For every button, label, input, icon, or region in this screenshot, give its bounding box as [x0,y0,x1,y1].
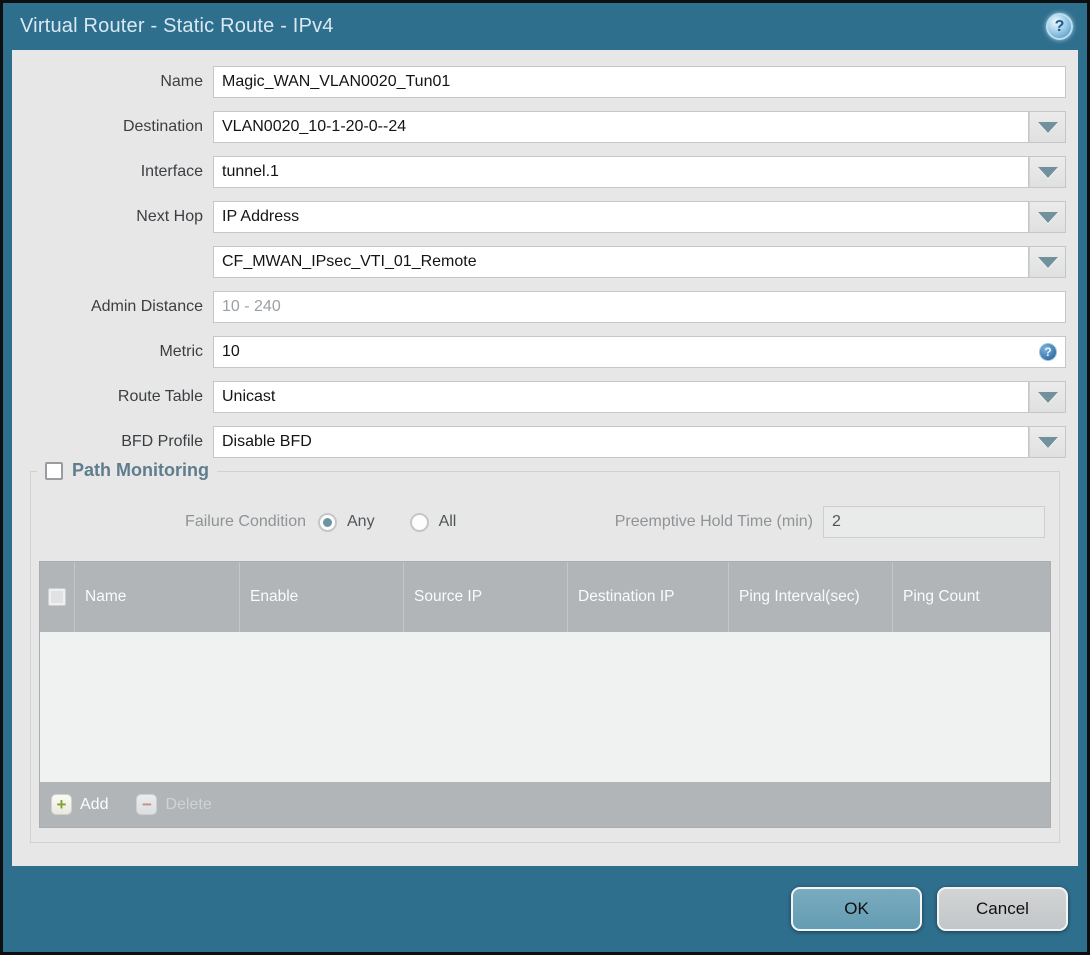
destination-label: Destination [122,118,203,135]
failure-condition-row: Failure Condition Any All Preemptive Hol… [31,506,1059,538]
column-header-ping-interval[interactable]: Ping Interval(sec) [728,562,892,632]
column-header-name[interactable]: Name [74,562,239,632]
form-row-metric: Metric 10 ? [12,336,1066,368]
metric-label: Metric [159,343,203,360]
interface-input[interactable]: tunnel.1 [213,156,1029,188]
path-monitoring-legend: Path Monitoring [37,460,217,481]
failure-condition-any-label: Any [347,513,375,530]
preemptive-hold-time-label: Preemptive Hold Time (min) [614,513,813,530]
failure-condition-radio-all[interactable] [409,512,429,532]
destination-input[interactable]: VLAN0020_10-1-20-0--24 [213,111,1029,143]
help-icon[interactable]: ? [1046,13,1073,40]
form-row-destination: Destination VLAN0020_10-1-20-0--24 [12,111,1066,143]
metric-help-icon[interactable]: ? [1039,343,1057,361]
chevron-down-icon [1037,256,1058,268]
table-body-empty [40,632,1050,782]
form-row-admin-distance: Admin Distance 10 - 240 [12,291,1066,323]
metric-input[interactable]: 10 [213,336,1066,368]
add-button-label: Add [80,795,109,813]
dialog-body: Name Magic_WAN_VLAN0020_Tun01 Destinatio… [12,50,1078,866]
delete-button: − Delete [136,794,212,815]
chevron-down-icon [1037,436,1058,448]
path-monitoring-checkbox[interactable] [45,461,63,480]
failure-condition-label: Failure Condition [185,513,306,530]
name-input[interactable]: Magic_WAN_VLAN0020_Tun01 [213,66,1066,98]
cancel-button[interactable]: Cancel [937,887,1068,931]
dialog-title: Virtual Router - Static Route - IPv4 [20,15,334,37]
chevron-down-icon [1037,166,1058,178]
next-hop-address-dropdown-button[interactable] [1029,246,1066,278]
failure-condition-all-label: All [438,513,457,530]
route-table-select[interactable]: Unicast [213,381,1029,413]
radio-selected-dot [323,517,332,527]
preemptive-hold-time-input[interactable]: 2 [823,506,1045,538]
plus-icon: + [51,794,72,815]
minus-icon: − [136,794,158,815]
admin-distance-label: Admin Distance [90,298,203,315]
dialog-footer: OK Cancel [3,866,1087,952]
name-label: Name [160,73,203,90]
chevron-down-icon [1037,121,1058,133]
add-button[interactable]: + Add [51,794,108,815]
admin-distance-placeholder: 10 - 240 [222,298,281,315]
title-bar: Virtual Router - Static Route - IPv4 ? [3,3,1087,50]
ok-button[interactable]: OK [791,887,922,931]
next-hop-label: Next Hop [136,208,203,225]
column-header-enable[interactable]: Enable [239,562,403,632]
table-toolbar: + Add − Delete [40,782,1050,827]
destination-dropdown-button[interactable] [1029,111,1066,143]
route-table-label: Route Table [117,388,203,405]
path-monitoring-section: Path Monitoring Failure Condition Any Al… [30,460,1060,843]
column-header-source-ip[interactable]: Source IP [403,562,567,632]
chevron-down-icon [1037,211,1058,223]
bfd-profile-dropdown-button[interactable] [1029,426,1066,458]
next-hop-dropdown-button[interactable] [1029,201,1066,233]
select-all-checkbox[interactable] [48,588,66,606]
bfd-profile-select[interactable]: Disable BFD [213,426,1029,458]
chevron-down-icon [1037,391,1058,403]
form-row-next-hop: Next Hop IP Address [12,201,1066,233]
form-row-next-hop-address: CF_MWAN_IPsec_VTI_01_Remote [12,246,1066,278]
path-monitoring-table: Name Enable Source IP Destination IP Pin… [39,561,1051,828]
next-hop-type-select[interactable]: IP Address [213,201,1029,233]
form-row-route-table: Route Table Unicast [12,381,1066,413]
route-table-dropdown-button[interactable] [1029,381,1066,413]
column-header-ping-count[interactable]: Ping Count [892,562,1050,632]
interface-label: Interface [140,163,203,180]
path-monitoring-title: Path Monitoring [72,460,209,480]
delete-button-label: Delete [165,795,212,813]
form-row-interface: Interface tunnel.1 [12,156,1066,188]
failure-condition-radio-any[interactable] [318,512,337,532]
column-header-destination-ip[interactable]: Destination IP [567,562,728,632]
admin-distance-input[interactable]: 10 - 240 [213,291,1066,323]
form-row-bfd-profile: BFD Profile Disable BFD [12,426,1066,458]
form-row-name: Name Magic_WAN_VLAN0020_Tun01 [12,66,1066,98]
next-hop-address-input[interactable]: CF_MWAN_IPsec_VTI_01_Remote [213,246,1029,278]
bfd-profile-label: BFD Profile [121,433,203,450]
dialog-window: Virtual Router - Static Route - IPv4 ? N… [0,0,1090,955]
interface-dropdown-button[interactable] [1029,156,1066,188]
table-header-row: Name Enable Source IP Destination IP Pin… [40,562,1050,632]
